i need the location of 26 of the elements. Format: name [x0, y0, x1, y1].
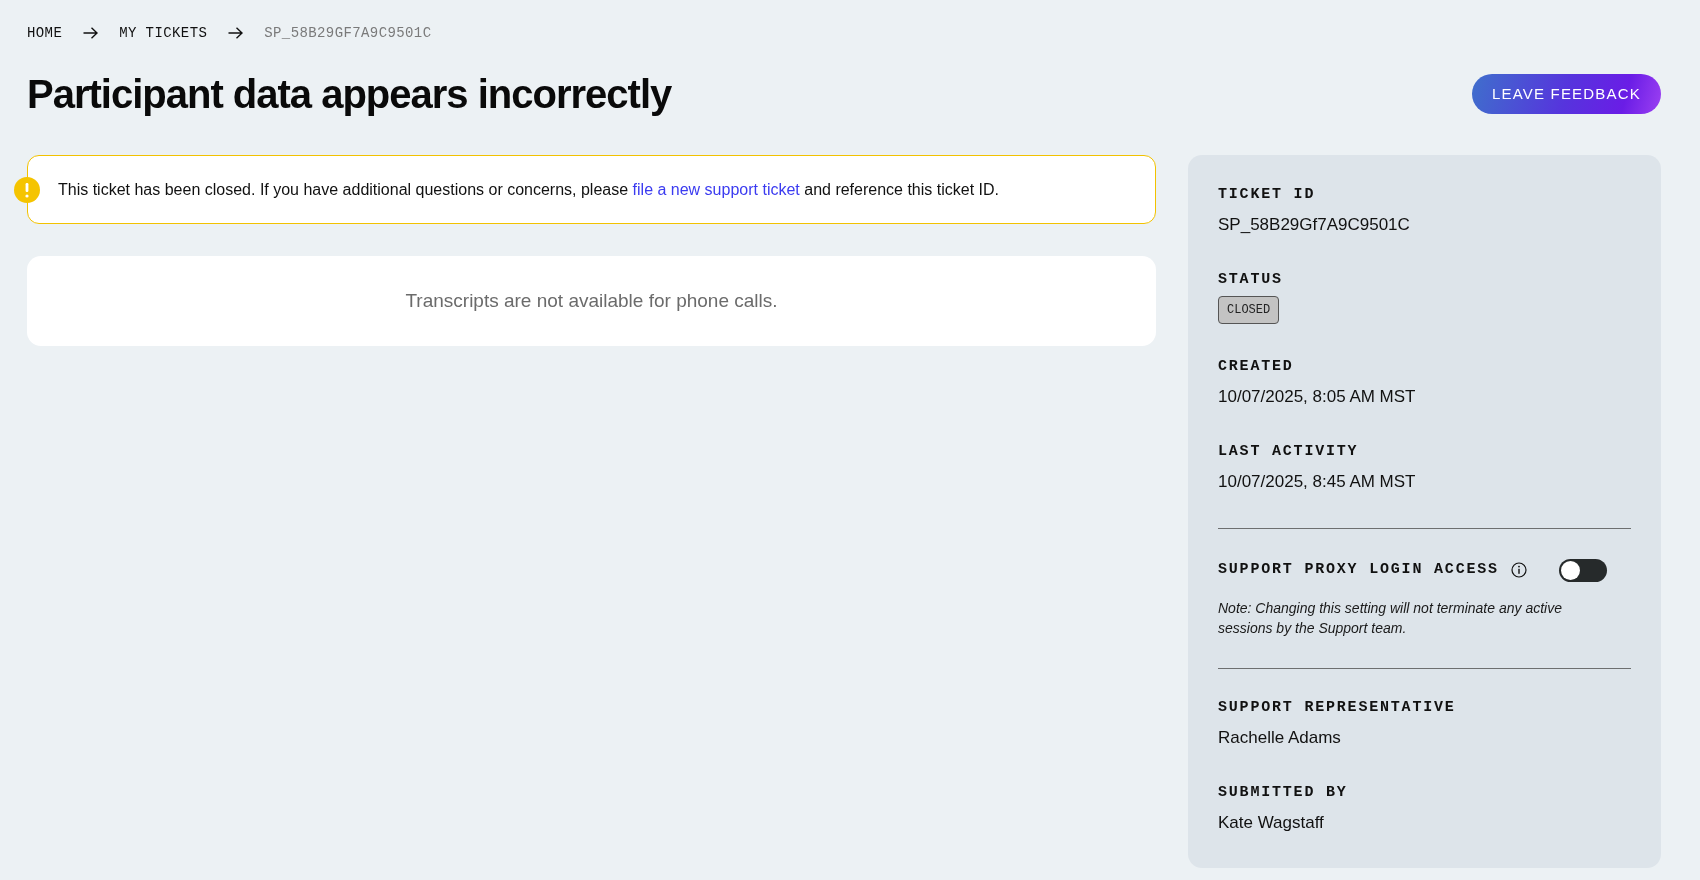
field-label: SUPPORT REPRESENTATIVE — [1218, 698, 1457, 718]
breadcrumb-link[interactable]: HOME — [27, 22, 63, 44]
field-value: SP_58B29Gf7A9C9501C — [1218, 214, 1411, 236]
proxy-access-toggle[interactable] — [1558, 558, 1607, 582]
new-support-ticket-link[interactable]: file a new support ticket — [632, 180, 800, 198]
field-label: CREATED — [1218, 357, 1295, 377]
page-title: Participant data appears incorrectly — [27, 71, 672, 118]
alert-message: This ticket has been closed. If you have additional questions or concerns, please file a new support ticket and reference this ticket ID. — [58, 179, 999, 200]
leave-feedback-button[interactable]: LEAVE FEEDBACK — [1471, 74, 1661, 114]
field-label: TICKET ID — [1218, 185, 1317, 205]
breadcrumb-current: SP_58B29GF7A9C9501C — [264, 24, 432, 43]
arrow-right-icon — [83, 27, 99, 39]
field-value: Rachelle Adams — [1218, 727, 1342, 749]
field-value: 10/07/2025, 8:05 AM MST — [1218, 386, 1417, 408]
field-label: SUBMITTED BY — [1218, 783, 1349, 803]
breadcrumb-link[interactable]: MY TICKETS — [119, 22, 208, 44]
field-label: SUPPORT PROXY LOGIN ACCESS — [1218, 560, 1499, 580]
field-label: STATUS — [1218, 270, 1284, 290]
field-value: Kate Wagstaff — [1218, 812, 1325, 834]
proxy-access-note: Note: Changing this setting will not terminate any active sessions by the Support team. — [1218, 599, 1563, 638]
arrow-right-icon — [228, 27, 244, 39]
field-label: LAST ACTIVITY — [1218, 442, 1360, 462]
status-badge: CLOSED — [1218, 296, 1280, 324]
info-icon — [1510, 562, 1527, 578]
field-value: 10/07/2025, 8:45 AM MST — [1218, 471, 1417, 493]
transcript-notice: Transcripts are not available for phone calls. — [405, 288, 778, 313]
